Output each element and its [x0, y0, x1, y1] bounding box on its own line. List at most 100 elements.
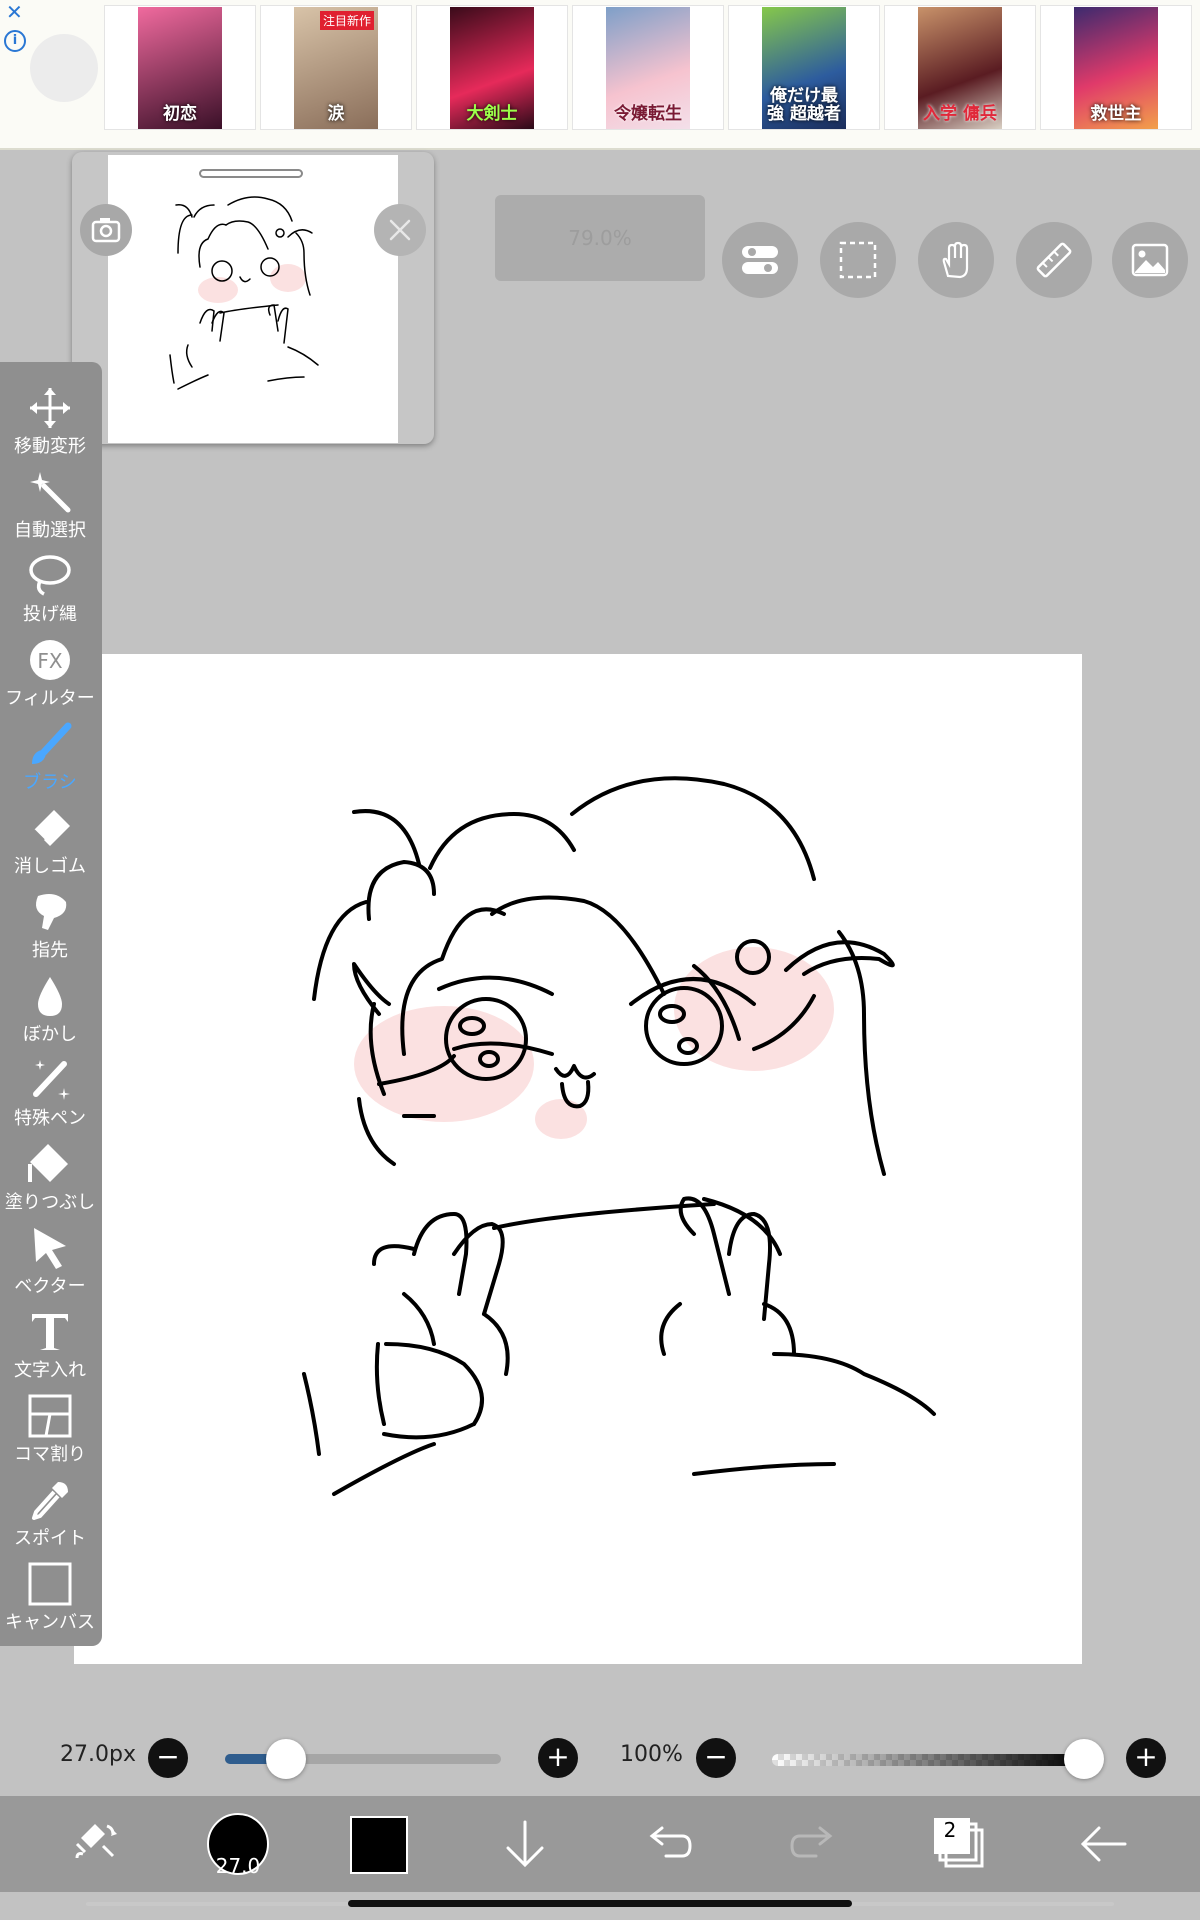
brush-size-value: 27.0 — [215, 1854, 261, 1878]
fx-icon: FX — [30, 640, 70, 680]
ad-banner[interactable]: ✕ i 初恋 注目新作 涙 大剣士 令嬢転生 俺だけ最強 超越者 入学 傭兵 救… — [0, 0, 1200, 150]
tool-vector[interactable]: ベクター — [0, 1222, 100, 1306]
camera-icon — [91, 218, 121, 243]
selection-icon — [839, 241, 877, 279]
ad-item[interactable]: 初恋 — [104, 5, 256, 130]
ad-item[interactable]: 入学 傭兵 — [884, 5, 1036, 130]
brush-size-knob[interactable] — [265, 1739, 306, 1779]
ad-cover-title: 救世主 — [1090, 104, 1142, 124]
tool-label: 文字入れ — [14, 1360, 86, 1381]
brush-eraser-switch-icon — [75, 1824, 117, 1859]
ad-cover-title: 入学 傭兵 — [923, 104, 997, 124]
ad-item[interactable]: 令嬢転生 — [572, 5, 724, 130]
tool-palette: 移動変形 自動選択 投げ縄 FX フィルター ブラシ 消しゴム 指先 ぼかし 特… — [0, 362, 102, 1646]
tool-eyedropper[interactable]: スポイト — [0, 1474, 100, 1558]
tool-label: 移動変形 — [14, 436, 86, 457]
ad-item[interactable]: 救世主 — [1040, 5, 1192, 130]
blur-icon — [38, 977, 62, 1016]
color-button[interactable] — [350, 1816, 408, 1874]
fill-icon — [28, 1144, 68, 1182]
navigator-close-button[interactable] — [374, 204, 426, 256]
vector-icon — [34, 1228, 66, 1269]
ad-cover-title: 涙 — [327, 104, 345, 124]
tool-lasso[interactable]: 投げ縄 — [0, 550, 100, 634]
tool-filter[interactable]: FX フィルター — [0, 634, 100, 718]
ruler-icon — [1036, 242, 1072, 278]
toggle-icon — [742, 246, 778, 274]
smudge-icon — [36, 894, 67, 930]
undo-button[interactable] — [624, 1796, 714, 1892]
hand-button[interactable] — [918, 222, 994, 298]
tool-label: スポイト — [14, 1528, 86, 1549]
tool-brush[interactable]: ブラシ — [0, 718, 100, 802]
tool-magic-wand[interactable]: 自動選択 — [0, 466, 100, 550]
tool-eraser[interactable]: 消しゴム — [0, 802, 100, 886]
eraser-icon — [33, 810, 70, 846]
ad-cover: 注目新作 涙 — [294, 7, 378, 129]
opacity-knob[interactable] — [1064, 1739, 1104, 1779]
tool-move[interactable]: 移動変形 — [0, 382, 100, 466]
ad-item[interactable]: 俺だけ最強 超越者 — [728, 5, 880, 130]
artwork — [302, 776, 936, 1496]
ad-item[interactable]: 大剣士 — [416, 5, 568, 130]
tool-label: フィルター — [5, 688, 95, 709]
arrow-down-icon — [506, 1820, 544, 1868]
tool-special-pen[interactable]: 特殊ペン — [0, 1054, 100, 1138]
drawing-canvas[interactable] — [74, 654, 1082, 1664]
frame-icon — [28, 1394, 72, 1438]
hand-icon — [942, 241, 969, 279]
layer-count: 2 — [943, 1818, 957, 1842]
tool-label: 消しゴム — [14, 856, 86, 877]
opacity-increase-button[interactable]: + — [1126, 1738, 1166, 1778]
tool-text[interactable]: 文字入れ — [0, 1306, 100, 1390]
layer-merge-down-button[interactable] — [480, 1796, 570, 1892]
quick-menu-button[interactable] — [50, 1796, 140, 1892]
ad-cover-title: 大剣士 — [466, 104, 518, 124]
magic-wand-icon — [30, 472, 71, 513]
tool-label: 投げ縄 — [23, 604, 77, 625]
ad-item[interactable]: 注目新作 涙 — [260, 5, 412, 130]
canvas-icon — [28, 1562, 72, 1606]
opacity-slider[interactable] — [772, 1739, 1104, 1779]
ad-close-icon[interactable]: ✕ — [6, 2, 26, 22]
toggle-button[interactable] — [722, 222, 798, 298]
special-pen-icon — [33, 1060, 70, 1100]
brush-size-decrease-button[interactable]: − — [148, 1738, 188, 1778]
ad-cover: 俺だけ最強 超越者 — [762, 7, 846, 129]
opacity-label: 100% — [620, 1742, 683, 1767]
brush-size-increase-button[interactable]: + — [538, 1738, 578, 1778]
opacity-decrease-button[interactable]: − — [696, 1738, 736, 1778]
brush-size-slider[interactable] — [225, 1739, 501, 1779]
redo-button[interactable] — [768, 1796, 858, 1892]
tool-label: キャンバス — [5, 1612, 95, 1633]
navigator-panel[interactable] — [72, 152, 434, 444]
ad-cover-title: 令嬢転生 — [614, 104, 682, 124]
layers-button[interactable]: 2 — [930, 1814, 990, 1874]
arrow-left-icon — [1080, 1826, 1127, 1862]
tool-fill[interactable]: 塗りつぶし — [0, 1138, 100, 1222]
tool-canvas[interactable]: キャンバス — [0, 1558, 100, 1642]
image-button[interactable] — [1112, 222, 1188, 298]
zoom-level[interactable]: 79.0% — [495, 195, 705, 281]
ad-cover-title: 初恋 — [163, 104, 197, 124]
navigator-handle[interactable] — [199, 169, 303, 178]
brush-icon — [32, 722, 72, 764]
tool-smudge[interactable]: 指先 — [0, 886, 100, 970]
tool-label: 指先 — [32, 940, 68, 961]
ad-info-icon[interactable]: i — [4, 30, 26, 52]
navigator-camera-button[interactable] — [80, 204, 132, 256]
selection-button[interactable] — [820, 222, 896, 298]
tool-label: ブラシ — [23, 772, 77, 793]
home-indicator[interactable] — [348, 1900, 852, 1907]
navigator-preview — [169, 196, 319, 390]
tool-blur[interactable]: ぼかし — [0, 970, 100, 1054]
brush-size-label: 27.0px — [60, 1742, 136, 1767]
tool-label: 特殊ペン — [14, 1108, 86, 1129]
ad-cover: 入学 傭兵 — [918, 7, 1002, 129]
back-button[interactable] — [1058, 1796, 1148, 1892]
ad-new-badge: 注目新作 — [319, 11, 374, 30]
tool-frame[interactable]: コマ割り — [0, 1390, 100, 1474]
brush-size-button[interactable]: 27.0 — [207, 1813, 269, 1878]
bottom-bar: 27.0 2 — [0, 1796, 1200, 1892]
ruler-button[interactable] — [1016, 222, 1092, 298]
